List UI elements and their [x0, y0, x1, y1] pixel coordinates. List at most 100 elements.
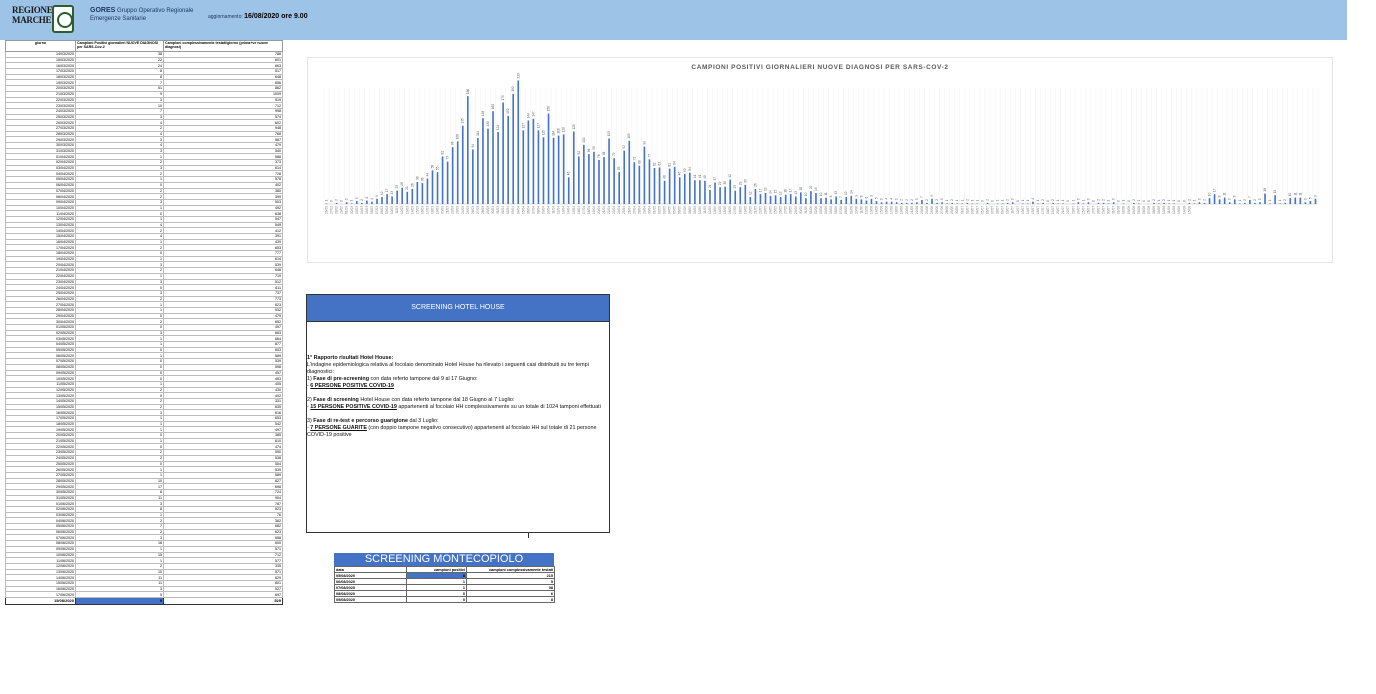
mc-cell-positive: 0: [406, 596, 467, 603]
data-label: 3: [940, 198, 944, 200]
x-tick-label: 10/04: [547, 206, 551, 214]
data-label: 8: [1233, 195, 1237, 197]
data-label: 41: [693, 174, 697, 178]
chart-bar: [441, 156, 444, 204]
data-label: 11: [824, 192, 828, 196]
chart-bar: [583, 144, 585, 204]
data-label: 2: [900, 199, 904, 201]
x-tick-label: 28/05: [789, 206, 793, 214]
x-tick-label: 01/08: [1117, 206, 1121, 214]
chart-bar: [1032, 201, 1034, 204]
data-label: 9: [930, 195, 934, 197]
data-label: 1: [1107, 199, 1111, 201]
data-label: 86: [587, 148, 591, 152]
chart-bar: [391, 196, 393, 204]
org-line2: Emergenze Sanitarie: [90, 16, 147, 22]
logo-line-1: REGIONE: [12, 5, 53, 15]
x-tick-label: 04/06: [824, 206, 828, 214]
data-label: 3: [880, 198, 884, 200]
data-label: 175: [501, 95, 505, 101]
data-label: 40: [703, 175, 707, 179]
chart-bar: [355, 201, 358, 204]
data-label: 15: [1273, 190, 1277, 194]
data-label: 113: [607, 131, 611, 136]
x-tick-label: 27/05: [784, 206, 788, 214]
chart-bar: [1122, 203, 1125, 204]
x-tick-label: 25/03: [466, 206, 470, 214]
x-tick-label: 24/05: [769, 206, 773, 214]
x-tick-label: 13/04: [562, 206, 566, 214]
chart-bar: [951, 202, 953, 204]
chart-bar: [1027, 203, 1029, 204]
data-label: 41: [698, 174, 702, 178]
chart-bar: [810, 191, 812, 204]
chart-bar: [835, 196, 837, 204]
x-tick-label: 31/07: [1112, 206, 1116, 214]
x-tick-label: 12/04: [557, 206, 561, 214]
chart-bar: [1304, 202, 1307, 204]
chart-bar: [1294, 197, 1297, 204]
x-tick-label: 14/08: [1182, 206, 1186, 214]
chart-bar: [714, 182, 716, 204]
org-name: GORES: [90, 7, 116, 14]
hh-report-title: 1° Rapporto risultati Hotel House:: [307, 355, 394, 361]
data-label: 13: [834, 191, 838, 195]
x-tick-label: 27/06: [940, 206, 944, 214]
data-label: 46: [567, 172, 571, 176]
x-tick-label: 10/05: [698, 206, 702, 214]
logo-emblem-icon: [52, 5, 74, 33]
chart-bar: [1269, 203, 1271, 204]
chart-bar: [764, 192, 767, 204]
x-tick-label: 15/03: [415, 206, 419, 214]
chart-bar: [895, 202, 898, 204]
chart-bar: [1203, 202, 1206, 204]
chart-bar: [789, 194, 792, 204]
x-tick-label: 26/03: [471, 206, 475, 214]
x-tick-label: 15/06: [880, 206, 884, 214]
chart-bar: [416, 181, 419, 204]
data-label: 0: [1127, 200, 1131, 202]
x-tick-label: 29/05: [794, 206, 798, 214]
data-label: 3: [345, 198, 349, 200]
x-tick-label: 16/04: [577, 206, 581, 214]
x-tick-label: 20/03: [441, 206, 445, 214]
x-tick-label: 07/08: [1147, 206, 1151, 214]
data-label: 42: [728, 174, 732, 178]
hh-phase1-text: con data referto tampone dal 9 al 17 Giu…: [369, 376, 478, 382]
data-label: 2: [1243, 199, 1247, 201]
x-tick-label: 09/08: [1157, 206, 1161, 214]
data-label: 2: [1041, 199, 1045, 201]
x-tick-label: 18/05: [738, 206, 742, 214]
x-tick-label: 06/03: [370, 206, 374, 214]
chart-bar: [371, 201, 373, 204]
chart-bar: [1107, 203, 1110, 204]
x-tick-label: 31/03: [496, 206, 500, 214]
chart-bar: [451, 147, 454, 204]
x-tick-label: 30/06: [955, 206, 959, 214]
data-label: 152: [506, 108, 510, 114]
chart-bar: [673, 166, 676, 204]
data-label: 2: [1051, 199, 1055, 201]
data-label: 8: [1218, 195, 1222, 197]
x-tick-label: 16/06: [885, 206, 889, 214]
x-tick-label: 09/05: [693, 206, 697, 214]
x-tick-label: 19/04: [592, 206, 596, 214]
data-label: 61: [668, 163, 672, 167]
data-label: 17: [385, 188, 389, 192]
data-label: 44: [425, 173, 429, 177]
chart-bar: [926, 202, 928, 204]
chart-bar: [875, 201, 878, 204]
data-label: 0: [980, 200, 984, 202]
chart-bar: [552, 137, 555, 204]
data-label: 11: [1298, 192, 1302, 196]
x-tick-label: 14/06: [875, 206, 879, 214]
data-label: 3: [1011, 198, 1015, 200]
data-label: 0: [1091, 200, 1095, 202]
x-tick-label: 09/06: [849, 206, 853, 214]
data-label: 0: [1066, 200, 1070, 202]
data-label: 12: [748, 191, 752, 195]
data-label: 127: [536, 123, 540, 129]
x-tick-label: 11/05: [703, 206, 707, 214]
x-tick-label: 04/07: [975, 206, 979, 214]
x-tick-label: 13/08: [1177, 206, 1181, 214]
